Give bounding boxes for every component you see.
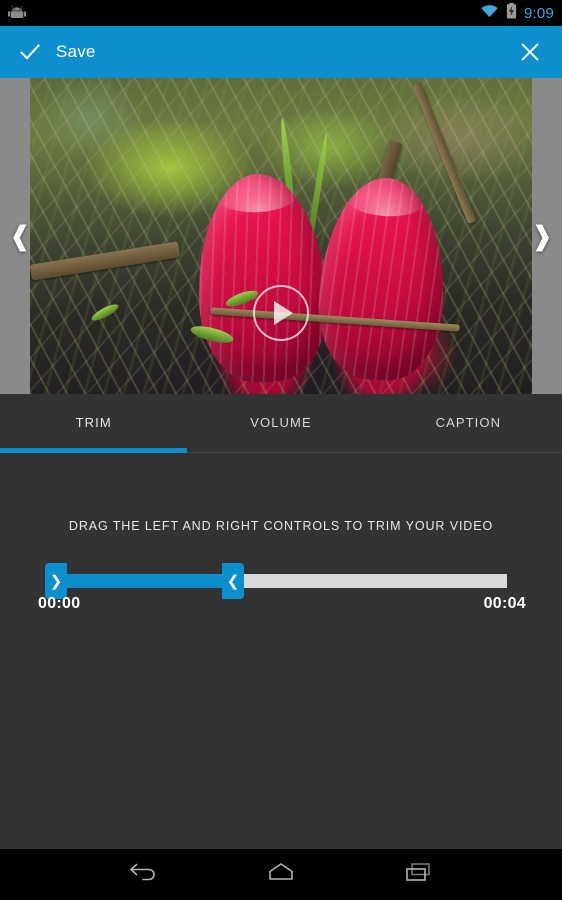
play-triangle-icon bbox=[274, 301, 293, 325]
recents-icon bbox=[404, 860, 434, 889]
previous-media-arrow-icon[interactable]: ❰ bbox=[2, 78, 38, 394]
trim-start-time: 00:00 bbox=[38, 595, 81, 612]
tab-volume[interactable]: VOLUME bbox=[187, 394, 374, 450]
video-preview-area[interactable]: ❰ ❱ bbox=[0, 78, 562, 394]
trim-start-handle[interactable]: ❯ bbox=[45, 563, 67, 599]
trim-time-labels: 00:00 00:04 bbox=[38, 595, 526, 613]
tab-caption[interactable]: CAPTION bbox=[375, 394, 562, 450]
action-bar: Save bbox=[0, 26, 562, 78]
save-button[interactable]: Save bbox=[0, 40, 518, 64]
close-button[interactable] bbox=[518, 40, 562, 64]
trim-panel: DRAG THE LEFT AND RIGHT CONTROLS TO TRIM… bbox=[0, 453, 562, 849]
save-button-label: Save bbox=[56, 42, 96, 61]
status-bar-clock: 9:09 bbox=[524, 4, 554, 22]
android-robot-icon bbox=[8, 6, 26, 20]
video-frame-thumbnail bbox=[30, 78, 532, 394]
home-icon bbox=[266, 860, 296, 889]
battery-charging-icon bbox=[506, 2, 517, 24]
nav-recents-button[interactable] bbox=[399, 858, 439, 892]
status-bar-left bbox=[8, 6, 480, 20]
trim-hint-text: DRAG THE LEFT AND RIGHT CONTROLS TO TRIM… bbox=[68, 519, 494, 533]
trim-end-time: 00:04 bbox=[483, 595, 526, 612]
back-arrow-icon bbox=[128, 860, 158, 889]
close-x-icon bbox=[518, 40, 542, 64]
system-navigation-bar bbox=[0, 849, 562, 900]
trim-selected-range bbox=[53, 574, 233, 588]
tab-trim[interactable]: TRIM bbox=[0, 394, 187, 450]
play-button[interactable] bbox=[253, 285, 309, 341]
trim-end-handle[interactable]: ❮ bbox=[222, 563, 244, 599]
next-media-arrow-icon[interactable]: ❱ bbox=[524, 78, 560, 394]
app-root: 9:09 Save ❰ ❱ TRIM VOLUME CAPTION DRAG T… bbox=[0, 0, 562, 900]
checkmark-icon bbox=[18, 40, 42, 64]
trim-slider[interactable]: ❯ ❮ bbox=[45, 563, 507, 599]
status-bar-right: 9:09 bbox=[480, 2, 554, 24]
status-bar: 9:09 bbox=[0, 0, 562, 26]
wifi-icon bbox=[480, 4, 499, 23]
nav-home-button[interactable] bbox=[261, 858, 301, 892]
nav-back-button[interactable] bbox=[123, 858, 163, 892]
editor-tab-bar: TRIM VOLUME CAPTION bbox=[0, 394, 562, 450]
